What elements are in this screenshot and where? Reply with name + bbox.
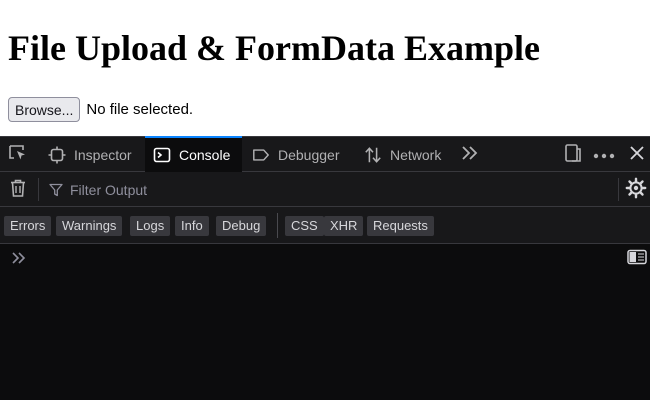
trash-icon: [9, 178, 27, 203]
devtools-tabbar: Inspector Console Debugger Network: [0, 136, 650, 172]
more-tabs-button[interactable]: [458, 145, 482, 165]
filter-output-input[interactable]: [70, 181, 604, 198]
editor-mode-icon: [627, 249, 647, 270]
filter-requests-button[interactable]: Requests: [367, 216, 434, 236]
console-filter-bar: [0, 172, 650, 207]
gear-icon: [625, 177, 647, 204]
clear-console-button[interactable]: [7, 178, 29, 203]
browse-button[interactable]: Browse...: [8, 97, 81, 122]
filter-errors-button[interactable]: Errors: [4, 216, 52, 236]
editor-mode-button[interactable]: [626, 249, 648, 270]
network-icon: [364, 146, 382, 164]
tab-debugger-label: Debugger: [278, 146, 340, 163]
close-devtools-button[interactable]: [626, 145, 648, 165]
close-icon: [629, 145, 645, 166]
filter-divider: [277, 213, 278, 238]
element-picker-icon: [8, 144, 28, 167]
filter-xhr-button[interactable]: XHR: [324, 216, 364, 236]
inspector-icon: [48, 146, 66, 164]
tab-inspector-label: Inspector: [74, 146, 132, 163]
filter-icon: [48, 182, 64, 198]
tab-console-label: Console: [179, 146, 231, 163]
toolbar-divider: [38, 178, 39, 201]
tab-network-label: Network: [390, 146, 442, 163]
console-prompt-icon: [10, 250, 28, 266]
more-options-icon: [593, 146, 615, 164]
tab-network[interactable]: Network: [358, 137, 458, 172]
console-settings-button[interactable]: [624, 177, 648, 204]
page-heading: File Upload & FormData Example: [8, 28, 540, 68]
console-icon: [153, 146, 171, 164]
filter-debug-button[interactable]: Debug: [216, 216, 267, 236]
element-picker-button[interactable]: [6, 144, 30, 167]
web-page: File Upload & FormData Example Browse...…: [0, 0, 650, 136]
debugger-icon: [252, 146, 270, 164]
console-level-filters: Errors Warnings Logs Info Debug CSS XHR …: [0, 207, 650, 244]
toolbar-divider: [618, 178, 619, 201]
filter-warnings-button[interactable]: Warnings: [56, 216, 123, 236]
console-input[interactable]: [34, 248, 614, 268]
responsive-design-button[interactable]: [562, 143, 584, 168]
responsive-design-icon: [564, 143, 582, 168]
tab-inspector[interactable]: Inspector: [44, 137, 144, 172]
tab-console[interactable]: Console: [145, 136, 242, 172]
file-input[interactable]: Browse... No file selected.: [8, 97, 193, 122]
filter-logs-button[interactable]: Logs: [130, 216, 171, 236]
devtools-panel: Inspector Console Debugger Network Filte…: [0, 136, 650, 400]
tab-debugger[interactable]: Debugger: [246, 137, 354, 172]
filter-output-field[interactable]: [44, 176, 604, 203]
more-options-button[interactable]: [592, 145, 616, 165]
filter-css-button[interactable]: CSS: [285, 216, 324, 236]
console-output: [0, 244, 650, 400]
file-status-text: No file selected.: [86, 101, 194, 118]
filter-info-button[interactable]: Info: [175, 216, 209, 236]
more-tabs-icon: [460, 145, 480, 166]
